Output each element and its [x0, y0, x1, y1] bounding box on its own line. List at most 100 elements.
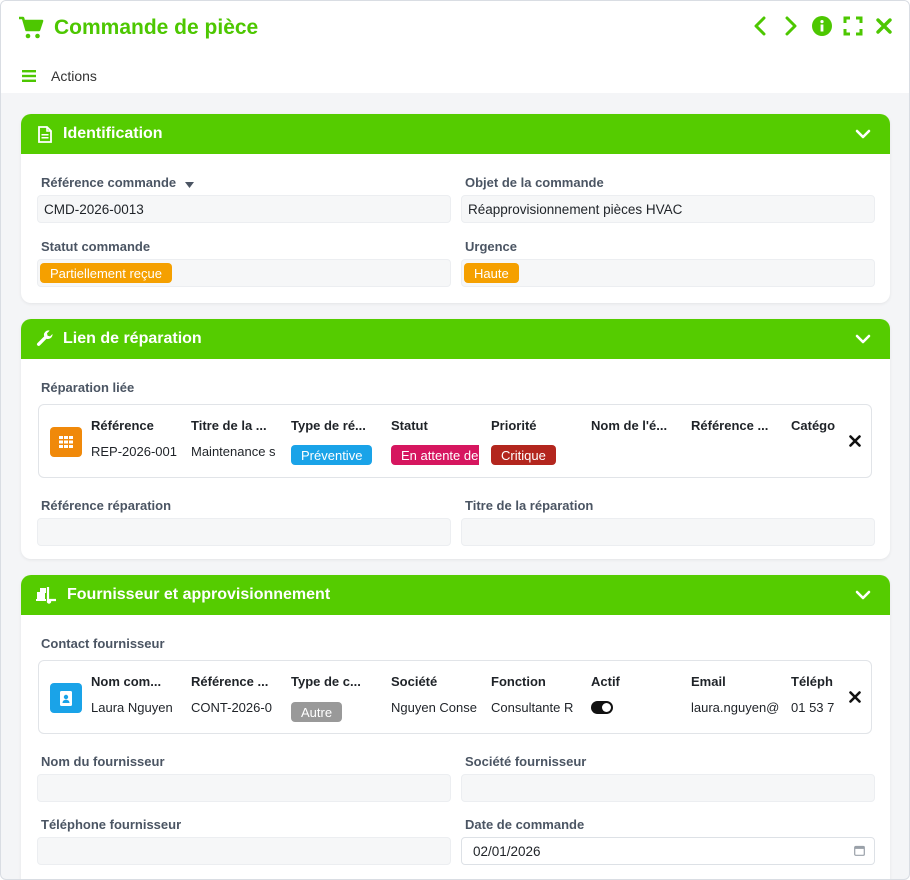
order-date-label: Date de commande [465, 817, 585, 832]
contact-col-company: Société Nguyen Conse [391, 661, 479, 735]
repair-title-label: Titre de la réparation [465, 498, 594, 513]
chevron-left-icon[interactable] [749, 15, 771, 37]
column-header: Référence ... [691, 418, 769, 433]
repair-title-field[interactable] [461, 518, 875, 546]
repair-col-title: Titre de la ... Maintenance s [191, 405, 279, 479]
reference-label: Référence commande [41, 175, 194, 191]
status-field[interactable]: Partiellement reçue [37, 259, 451, 287]
repair-col-equipment-ref: Référence ... [691, 405, 779, 479]
column-header: Téléph [791, 674, 833, 689]
identification-title: Identification [63, 125, 163, 142]
contact-col-active: Actif [591, 661, 679, 735]
window-controls [749, 15, 895, 37]
repair-title: Lien de réparation [63, 330, 202, 347]
order-window: Commande de pièce Actions Identification… [0, 0, 910, 880]
supplier-name-field[interactable] [37, 774, 451, 802]
window-title: Commande de pièce [54, 16, 259, 39]
chevron-down-icon[interactable] [854, 330, 872, 348]
cell-reference: REP-2026-001 [91, 444, 177, 459]
contact-type-badge: Autre [291, 702, 343, 722]
supplier-phone-label: Téléphone fournisseur [41, 817, 182, 832]
cart-icon [17, 14, 45, 42]
identification-header[interactable]: Identification [21, 114, 890, 154]
truck-loading-icon [35, 585, 59, 605]
identification-section: Identification Référence commande CMD-20… [21, 114, 890, 303]
repair-col-status: Statut En attente de [391, 405, 479, 479]
cell-name: Laura Nguyen [91, 700, 173, 715]
linked-repair-label: Réparation liée [41, 380, 135, 395]
repair-section: Lien de réparation Réparation liée Référ… [21, 319, 890, 559]
priority-badge: Critique [491, 445, 556, 465]
cell-function: Consultante R [491, 700, 574, 715]
order-date-field[interactable]: 02/01/2026 [461, 837, 875, 865]
object-label: Objet de la commande [465, 175, 604, 190]
type-badge: Préventive [291, 445, 373, 465]
supplier-company-label: Société fournisseur [465, 754, 587, 769]
contact-col-name: Nom com... Laura Nguyen [91, 661, 179, 735]
expand-icon[interactable] [842, 15, 864, 37]
column-header: Société [391, 674, 438, 689]
column-header: Priorité [491, 418, 537, 433]
repair-reference-field[interactable] [37, 518, 451, 546]
cell-reference: CONT-2026-0 [191, 700, 272, 715]
repair-col-type: Type de ré... Préventive [291, 405, 379, 479]
supplier-contact-table: Nom com... Laura Nguyen Référence ... CO… [38, 660, 872, 734]
column-header: Nom com... [91, 674, 162, 689]
column-header: Référence ... [191, 674, 269, 689]
repair-col-priority: Priorité Critique [491, 405, 579, 479]
repair-status-badge: En attente de [391, 445, 479, 465]
hamburger-icon[interactable] [21, 69, 37, 83]
column-header: Nom de l'é... [591, 418, 668, 433]
supplier-header[interactable]: Fournisseur et approvisionnement [21, 575, 890, 615]
cell-email: laura.nguyen@ [691, 700, 779, 715]
repair-header[interactable]: Lien de réparation [21, 319, 890, 359]
column-header: Statut [391, 418, 428, 433]
caret-down-icon[interactable] [184, 176, 194, 191]
object-field[interactable]: Réapprovisionnement pièces HVAC [461, 195, 875, 223]
actions-label[interactable]: Actions [51, 68, 97, 84]
chevron-down-icon[interactable] [854, 125, 872, 143]
cell-phone: 01 53 7 [791, 700, 835, 715]
repair-col-category: Catégo [791, 405, 837, 479]
order-date-value: 02/01/2026 [473, 843, 541, 859]
urgency-badge: Haute [464, 263, 519, 283]
status-badge: Partiellement reçue [40, 263, 172, 283]
contact-card-icon [50, 683, 82, 713]
repair-col-equipment: Nom de l'é... [591, 405, 679, 479]
supplier-company-field[interactable] [461, 774, 875, 802]
title-row: Commande de pièce [17, 13, 258, 43]
column-header: Fonction [491, 674, 546, 689]
close-icon[interactable] [847, 689, 863, 705]
info-icon[interactable] [811, 15, 833, 37]
title-bar: Commande de pièce Actions [1, 1, 909, 93]
contact-col-type: Type de c... Autre [291, 661, 379, 735]
close-icon[interactable] [873, 15, 895, 37]
supplier-phone-field[interactable] [37, 837, 451, 865]
calendar-icon[interactable] [854, 845, 866, 857]
actions-menu[interactable]: Actions [21, 66, 97, 86]
column-header: Titre de la ... [191, 418, 267, 433]
supplier-title: Fournisseur et approvisionnement [67, 586, 331, 603]
document-icon [35, 124, 55, 144]
repair-reference-label: Référence réparation [41, 498, 172, 513]
reference-field[interactable]: CMD-2026-0013 [37, 195, 451, 223]
urgency-field[interactable]: Haute [461, 259, 875, 287]
grid-icon [50, 427, 82, 457]
contact-col-phone: Téléph 01 53 7 [791, 661, 837, 735]
wrench-icon [35, 329, 55, 349]
status-label: Statut commande [41, 239, 151, 254]
active-toggle[interactable] [591, 701, 613, 714]
contact-col-function: Fonction Consultante R [491, 661, 579, 735]
column-header: Type de c... [291, 674, 361, 689]
column-header: Email [691, 674, 726, 689]
column-header: Type de ré... [291, 418, 366, 433]
close-icon[interactable] [847, 433, 863, 449]
chevron-down-icon[interactable] [854, 586, 872, 604]
chevron-right-icon[interactable] [780, 15, 802, 37]
column-header: Actif [591, 674, 620, 689]
cell-title: Maintenance s [191, 444, 276, 459]
contact-col-reference: Référence ... CONT-2026-0 [191, 661, 279, 735]
contact-col-email: Email laura.nguyen@ [691, 661, 779, 735]
cell-company: Nguyen Conse [391, 700, 477, 715]
linked-repair-table: Référence REP-2026-001 Titre de la ... M… [38, 404, 872, 478]
